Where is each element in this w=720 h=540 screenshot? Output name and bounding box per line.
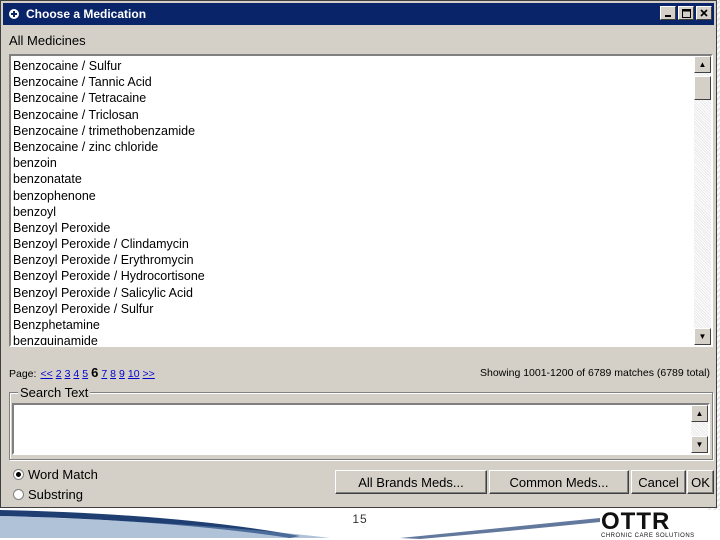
all-brands-meds-button[interactable]: All Brands Meds... <box>335 470 487 494</box>
list-scrollbar[interactable]: ▲ ▼ <box>694 56 711 345</box>
medication-list-item[interactable]: Benzocaine / Sulfur <box>13 58 693 74</box>
search-scroll-down-icon[interactable]: ▼ <box>691 436 708 453</box>
word-match-option[interactable]: Word Match <box>13 467 98 482</box>
pagination-page-link[interactable]: 9 <box>119 368 125 380</box>
scroll-down-icon[interactable]: ▼ <box>694 328 711 345</box>
svg-text:CHRONIC CARE SOLUTIONS: CHRONIC CARE SOLUTIONS <box>601 533 695 538</box>
svg-text:OTTR: OTTR <box>601 508 670 535</box>
maximize-icon[interactable] <box>678 6 694 20</box>
medication-list-item[interactable]: Benzocaine / trimethobenzamide <box>13 123 693 139</box>
medication-list-item[interactable]: Benzocaine / zinc chloride <box>13 139 693 155</box>
medication-list-item[interactable]: Benzoyl Peroxide / Sulfur <box>13 301 693 317</box>
search-text-label: Search Text <box>18 385 91 400</box>
search-input[interactable] <box>14 405 691 453</box>
slide-page-number: 15 <box>352 512 368 526</box>
minimize-icon[interactable] <box>660 6 676 20</box>
substring-radio[interactable] <box>13 489 24 500</box>
medication-list-item[interactable]: Benzocaine / Tetracaine <box>13 90 693 106</box>
ok-button[interactable]: OK <box>687 470 714 494</box>
ottr-logo: OTTR CHRONIC CARE SOLUTIONS <box>601 508 695 538</box>
pagination-current-page: 6 <box>91 365 99 380</box>
pagination-page-link[interactable]: 5 <box>82 368 88 380</box>
pagination-page-link[interactable]: 10 <box>128 368 140 380</box>
medication-list-item[interactable]: benzquinamide <box>13 333 693 345</box>
pagination-prev-link[interactable]: << <box>40 368 52 380</box>
pagination-page-link[interactable]: 3 <box>65 368 71 380</box>
medication-list-item[interactable]: Benzoyl Peroxide <box>13 220 693 236</box>
window-title: Choose a Medication <box>26 7 147 21</box>
medication-list-item[interactable]: Benzoyl Peroxide / Hydrocortisone <box>13 268 693 284</box>
word-match-radio[interactable] <box>13 469 24 480</box>
medication-list-item[interactable]: benzoin <box>13 155 693 171</box>
pagination-page-link[interactable]: 8 <box>110 368 116 380</box>
medication-list-item[interactable]: Benzocaine / Tannic Acid <box>13 74 693 90</box>
pagination-label: Page: <box>9 368 37 380</box>
pagination-page-link[interactable]: 4 <box>73 368 79 380</box>
medication-list-item[interactable]: Benzphetamine <box>13 317 693 333</box>
cancel-button[interactable]: Cancel <box>631 470 686 494</box>
medication-list-item[interactable]: Benzoyl Peroxide / Erythromycin <box>13 252 693 268</box>
pagination-next-link[interactable]: >> <box>143 368 155 380</box>
match-count-status: Showing 1001-1200 of 6789 matches (6789 … <box>480 367 710 379</box>
medication-list-item[interactable]: Benzocaine / Triclosan <box>13 107 693 123</box>
medication-list[interactable]: Benzocaine / Sulfur Benzocaine / Tannic A… <box>9 54 713 347</box>
medication-list-item[interactable]: benzoyl <box>13 204 693 220</box>
pagination: Page: << 2345 6 7 8 9 10 >> <box>9 365 158 380</box>
word-match-label: Word Match <box>28 467 98 482</box>
substring-option[interactable]: Substring <box>13 487 83 502</box>
all-medicines-label: All Medicines <box>9 33 86 48</box>
choose-medication-dialog: Choose a Medication All Medicines Benzoc… <box>0 0 717 508</box>
medication-list-item[interactable]: benzonatate <box>13 171 693 187</box>
search-text-group: Search Text ▲ ▼ <box>9 385 713 460</box>
scroll-thumb[interactable] <box>694 76 711 100</box>
close-icon[interactable] <box>696 6 712 20</box>
medication-list-item[interactable]: Benzoyl Peroxide / Salicylic Acid <box>13 285 693 301</box>
search-text-box[interactable]: ▲ ▼ <box>12 403 710 455</box>
substring-label: Substring <box>28 487 83 502</box>
title-bar[interactable]: Choose a Medication <box>3 3 714 25</box>
search-scroll-up-icon[interactable]: ▲ <box>691 405 708 422</box>
pagination-page-link[interactable]: 2 <box>56 368 62 380</box>
common-meds-button[interactable]: Common Meds... <box>489 470 629 494</box>
scroll-up-icon[interactable]: ▲ <box>694 56 711 73</box>
app-icon <box>7 7 21 21</box>
search-scrollbar[interactable]: ▲ ▼ <box>691 405 708 453</box>
pagination-page-link[interactable]: 7 <box>101 368 107 380</box>
medication-list-item[interactable]: Benzoyl Peroxide / Clindamycin <box>13 236 693 252</box>
medication-list-item[interactable]: benzophenone <box>13 188 693 204</box>
